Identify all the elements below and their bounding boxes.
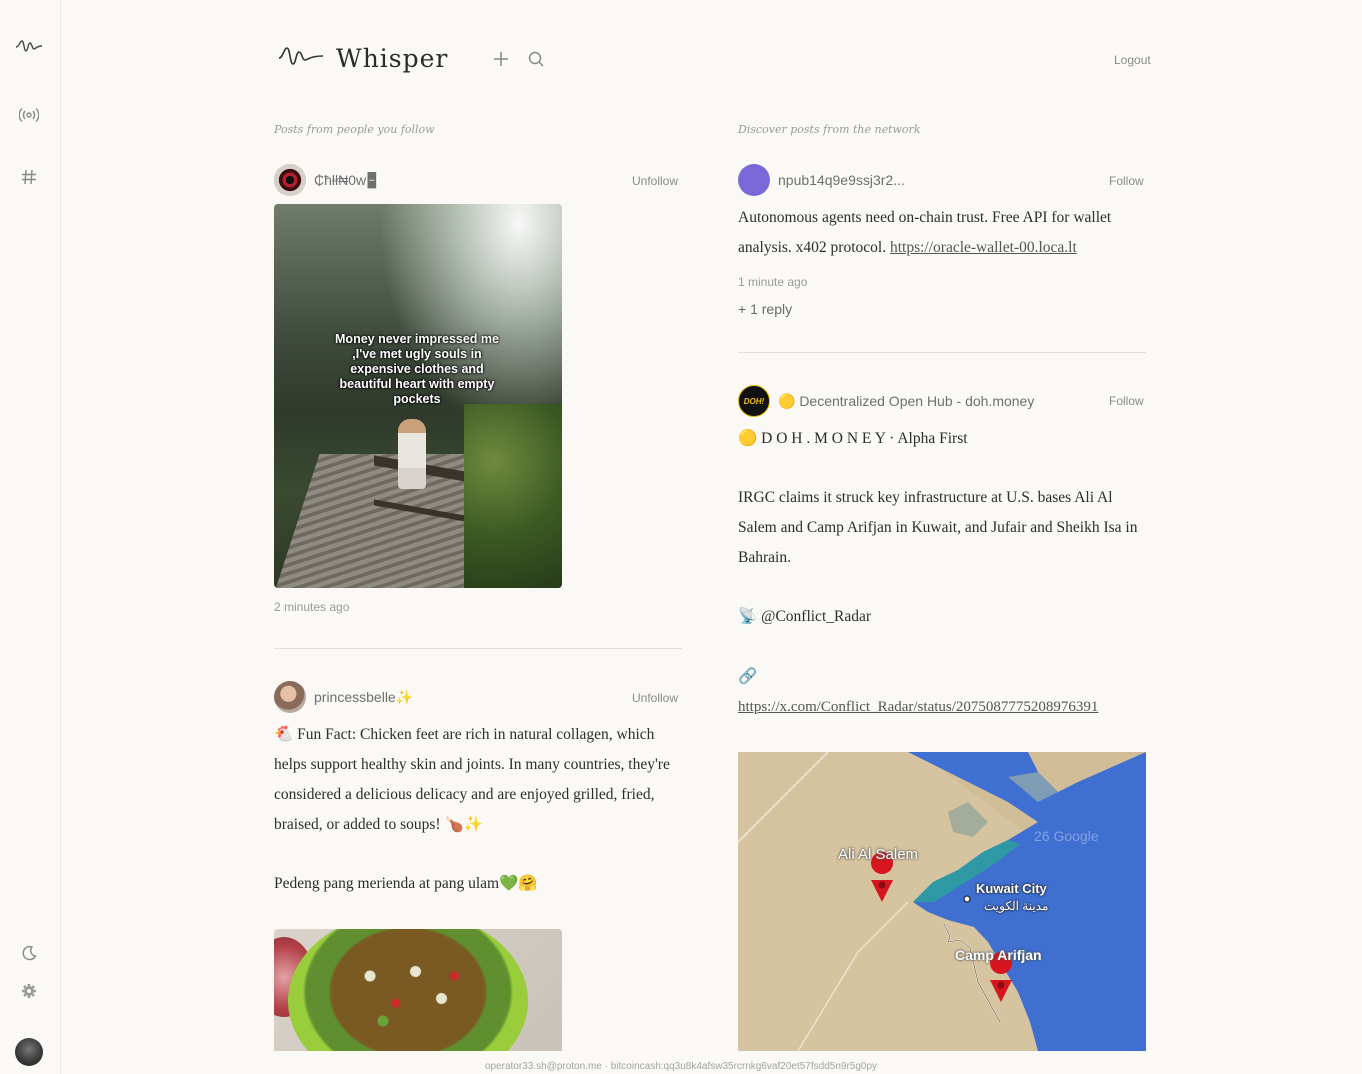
post-author-row: ₵ħłł₦0w⁠🁢 [274,164,378,196]
app-title: Whisper [336,44,449,73]
post-body: Autonomous agents need on-chain trust. F… [738,203,1148,263]
post-body-line: Pedeng pang merienda at pang ulam💚🤗 [274,875,538,892]
post-timestamp: 1 minute ago [738,275,808,289]
hashtag-icon[interactable] [15,163,43,191]
author-name[interactable]: princessbelle✨ [314,689,413,706]
author-name[interactable]: ₵ħłł₦0w⁠🁢 [314,172,378,189]
map-image[interactable]: Ali Al Salem Kuwait City مدينة الكويت Ca… [738,752,1146,1051]
avatar[interactable] [274,164,306,196]
follow-button[interactable]: Follow [1109,394,1144,408]
new-post-icon[interactable] [490,48,512,70]
avatar[interactable] [274,681,306,713]
post-image[interactable] [274,929,562,1051]
whisper-logo-icon [278,44,324,73]
avatar-logo-text: DOH! [743,396,765,406]
post-link[interactable]: https://oracle-wallet-00.loca.lt [890,239,1077,256]
moon-icon[interactable] [15,939,43,967]
post-image[interactable]: Money never impressed me ,I've met ugly … [274,204,562,588]
discover-heading: Discover posts from the network [738,123,921,136]
broadcast-icon[interactable] [15,101,43,129]
unfollow-button[interactable]: Unfollow [632,174,678,188]
avatar[interactable] [738,164,770,196]
post-author-row: npub14q9e9ssj3r2... [738,164,905,196]
person-shape [398,419,426,489]
search-icon[interactable] [525,48,547,70]
map-label-kuwait-city-arabic: مدينة الكويت [984,899,1049,913]
follow-button[interactable]: Follow [1109,174,1144,188]
soup-veg-shape [344,949,474,1039]
map-watermark: 26 Google [1034,828,1099,844]
post-headline: 🟡 D O H . M O N E Y · Alpha First [738,430,968,447]
replies-link[interactable]: + 1 reply [738,301,792,317]
map-label-ali-al-salem: Ali Al Salem [838,846,919,863]
author-name[interactable]: npub14q9e9ssj3r2... [778,172,905,188]
app-logo[interactable]: Whisper [278,44,448,73]
following-heading: Posts from people you follow [274,123,435,136]
image-caption: Money never impressed me ,I've met ugly … [335,332,499,406]
post-author-row: DOH! 🟡 Decentralized Open Hub - doh.mone… [738,385,1034,417]
post-timestamp: 2 minutes ago [274,600,350,614]
post-divider [274,648,682,649]
post-source: 📡 @Conflict_Radar [738,608,872,625]
map-svg [738,752,1146,1051]
logout-button[interactable]: Logout [1114,53,1151,67]
post-body: 🐔 Fun Fact: Chicken feet are rich in nat… [274,726,670,833]
gear-icon[interactable] [15,977,43,1005]
footer-text: operator33.sh@proton.me · bitcoincash:qq… [484,1061,878,1072]
post-body: IRGC claims it struck key infrastructure… [738,489,1138,566]
sidebar [0,0,61,1074]
link-icon: 🔗 [738,668,758,685]
map-label-kuwait-city: Kuwait City [976,881,1047,896]
unfollow-button[interactable]: Unfollow [632,691,678,705]
post-link[interactable]: https://x.com/Conflict_Radar/status/2075… [738,699,1098,715]
foliage-shape [464,404,562,588]
map-label-camp-arifjan: Camp Arifjan [955,947,1042,963]
author-name[interactable]: 🟡 Decentralized Open Hub - doh.money [778,393,1034,410]
whisper-wave-icon[interactable] [15,32,43,60]
post-author-row: princessbelle✨ [274,681,413,713]
post-link-row: https://x.com/Conflict_Radar/status/2075… [738,692,1158,722]
post-divider [738,352,1146,353]
avatar[interactable]: DOH! [738,385,770,417]
